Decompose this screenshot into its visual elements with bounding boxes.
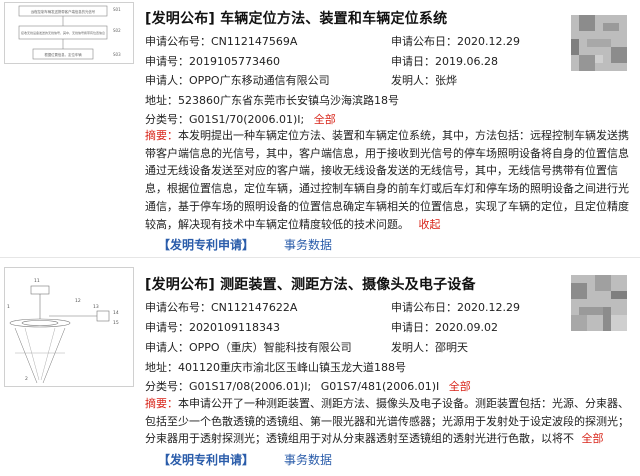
app-date-label: 申请日：	[391, 321, 435, 334]
collapse-link[interactable]: 收起	[419, 218, 441, 231]
pub-no-field: 申请公布号：CN112147622A	[145, 299, 297, 315]
pub-date-value: 2020.12.29	[457, 35, 520, 48]
qr-code	[571, 15, 627, 71]
flowchart-drawing: 远程控制车辆发送携带客户端信息的光信号 S01 接收无线设备发送的无线信号，其中…	[18, 5, 121, 60]
inventor-value: 张烨	[435, 74, 457, 87]
pub-date-value: 2020.12.29	[457, 301, 520, 314]
app-no-value: 2020109118343	[189, 321, 280, 334]
thumb-step-2: 接收无线设备发送的无线信号，其中，无线信号携带有位置信息	[21, 30, 105, 35]
address-field: 地址：523860广东省东莞市长安镇乌沙海滨路18号	[145, 92, 399, 108]
thumb-label-15: 15	[113, 320, 119, 326]
patent-title-link[interactable]: [发明公布] 车辆定位方法、装置和车辆定位系统	[145, 8, 447, 28]
thumb-label-s03: S03	[113, 52, 121, 57]
class-value: G01S1/70(2006.01)I;	[189, 113, 305, 126]
patent-application-link[interactable]: 【发明专利申请】	[158, 453, 254, 467]
class-all-link[interactable]: 全部	[314, 113, 336, 126]
pub-date-label: 申请公布日：	[391, 35, 457, 48]
address-value: 523860广东省东莞市长安镇乌沙海滨路18号	[178, 94, 399, 107]
app-no-label: 申请号：	[145, 55, 189, 68]
qr-code	[571, 275, 627, 331]
app-date-label: 申请日：	[391, 55, 435, 68]
abstract: 摘要：本发明提出一种车辆定位方法、装置和车辆定位系统，其中，方法包括：远程控制车…	[145, 127, 633, 233]
abstract: 摘要：本申请公开了一种测距装置、测距方法、摄像头及电子设备。测距装置包括：光源、…	[145, 395, 633, 448]
pub-date-label: 申请公布日：	[391, 301, 457, 314]
thumb-label-2: 2	[25, 376, 28, 382]
divider	[0, 257, 640, 258]
classification-field: 分类号：G01S17/08(2006.01)I; G01S7/481(2006.…	[145, 378, 471, 394]
class-label: 分类号：	[145, 380, 189, 393]
app-date-value: 2019.06.28	[435, 55, 498, 68]
affairs-data-link[interactable]: 事务数据	[284, 453, 332, 467]
inventor-value: 邵明天	[435, 341, 468, 354]
thumb-step-3: 根据位置信息，定位车辆	[44, 52, 82, 57]
pub-no-label: 申请公布号：	[145, 301, 211, 314]
applicant-field: 申请人：OPPO广东移动通信有限公司	[145, 72, 330, 88]
classification-field: 分类号：G01S1/70(2006.01)I; 全部	[145, 111, 336, 127]
abstract-label: 摘要：	[145, 397, 178, 410]
class-value-2: G01S7/481(2006.01)I	[320, 380, 440, 393]
pub-no-label: 申请公布号：	[145, 35, 211, 48]
thumb-label-11: 11	[34, 278, 40, 284]
app-no-field: 申请号：2019105773460	[145, 53, 280, 69]
thumb-label-13: 13	[93, 304, 99, 310]
abstract-text: 本发明提出一种车辆定位方法、装置和车辆定位系统，其中，方法包括：远程控制车辆发送…	[145, 129, 629, 231]
applicant-label: 申请人：	[145, 341, 189, 354]
abstract-text: 本申请公开了一种测距装置、测距方法、摄像头及电子设备。测距装置包括：光源、分束器…	[145, 397, 629, 446]
class-all-link[interactable]: 全部	[449, 380, 471, 393]
affairs-data-link[interactable]: 事务数据	[284, 238, 332, 252]
inventor-label: 发明人：	[391, 74, 435, 87]
thumb-label-s02: S02	[113, 28, 121, 33]
applicant-value: OPPO广东移动通信有限公司	[189, 74, 330, 87]
app-date-field: 申请日：2019.06.28	[391, 53, 498, 69]
pub-no-value: CN112147569A	[211, 35, 298, 48]
patent-application-link[interactable]: 【发明专利申请】	[158, 238, 254, 252]
inventor-field: 发明人：邵明天	[391, 339, 468, 355]
pub-date-field: 申请公布日：2020.12.29	[391, 299, 520, 315]
thumb-step-1: 远程控制车辆发送携带客户端信息的光信号	[31, 9, 96, 14]
applicant-value: OPPO（重庆）智能科技有限公司	[189, 341, 352, 354]
pub-no-field: 申请公布号：CN112147569A	[145, 33, 297, 49]
patent-drawing-thumbnail[interactable]: 11 12 13 14 15 1 2	[4, 267, 134, 387]
thumb-label-14: 14	[113, 310, 119, 316]
pub-date-field: 申请公布日：2020.12.29	[391, 33, 520, 49]
pub-no-value: CN112147622A	[211, 301, 298, 314]
address-label: 地址：	[145, 94, 178, 107]
optical-drawing: 11 12 13 14 15 1 2	[7, 278, 119, 384]
thumb-label-12: 12	[75, 298, 81, 304]
class-label: 分类号：	[145, 113, 189, 126]
result-item: 11 12 13 14 15 1 2 [发明公布] 测距装置、测距方法、摄像头及…	[0, 261, 640, 476]
app-date-value: 2020.09.02	[435, 321, 498, 334]
applicant-field: 申请人：OPPO（重庆）智能科技有限公司	[145, 339, 352, 355]
result-item: 远程控制车辆发送携带客户端信息的光信号 S01 接收无线设备发送的无线信号，其中…	[0, 0, 640, 256]
thumb-label-1: 1	[7, 304, 10, 310]
record-links: 【发明专利申请】 事务数据	[158, 451, 332, 468]
app-date-field: 申请日：2020.09.02	[391, 319, 498, 335]
app-no-label: 申请号：	[145, 321, 189, 334]
address-value: 401120重庆市渝北区玉峰山镇玉龙大道188号	[178, 361, 406, 374]
abstract-label: 摘要：	[145, 129, 178, 142]
app-no-field: 申请号：2020109118343	[145, 319, 280, 335]
inventor-field: 发明人：张烨	[391, 72, 457, 88]
address-label: 地址：	[145, 361, 178, 374]
inventor-label: 发明人：	[391, 341, 435, 354]
app-no-value: 2019105773460	[189, 55, 280, 68]
expand-link[interactable]: 全部	[582, 432, 604, 445]
address-field: 地址：401120重庆市渝北区玉峰山镇玉龙大道188号	[145, 359, 406, 375]
thumb-label-s01: S01	[113, 7, 121, 12]
patent-drawing-thumbnail[interactable]: 远程控制车辆发送携带客户端信息的光信号 S01 接收无线设备发送的无线信号，其中…	[4, 2, 134, 64]
record-links: 【发明专利申请】 事务数据	[158, 236, 332, 253]
class-value: G01S17/08(2006.01)I;	[189, 380, 312, 393]
patent-title-link[interactable]: [发明公布] 测距装置、测距方法、摄像头及电子设备	[145, 274, 476, 294]
applicant-label: 申请人：	[145, 74, 189, 87]
